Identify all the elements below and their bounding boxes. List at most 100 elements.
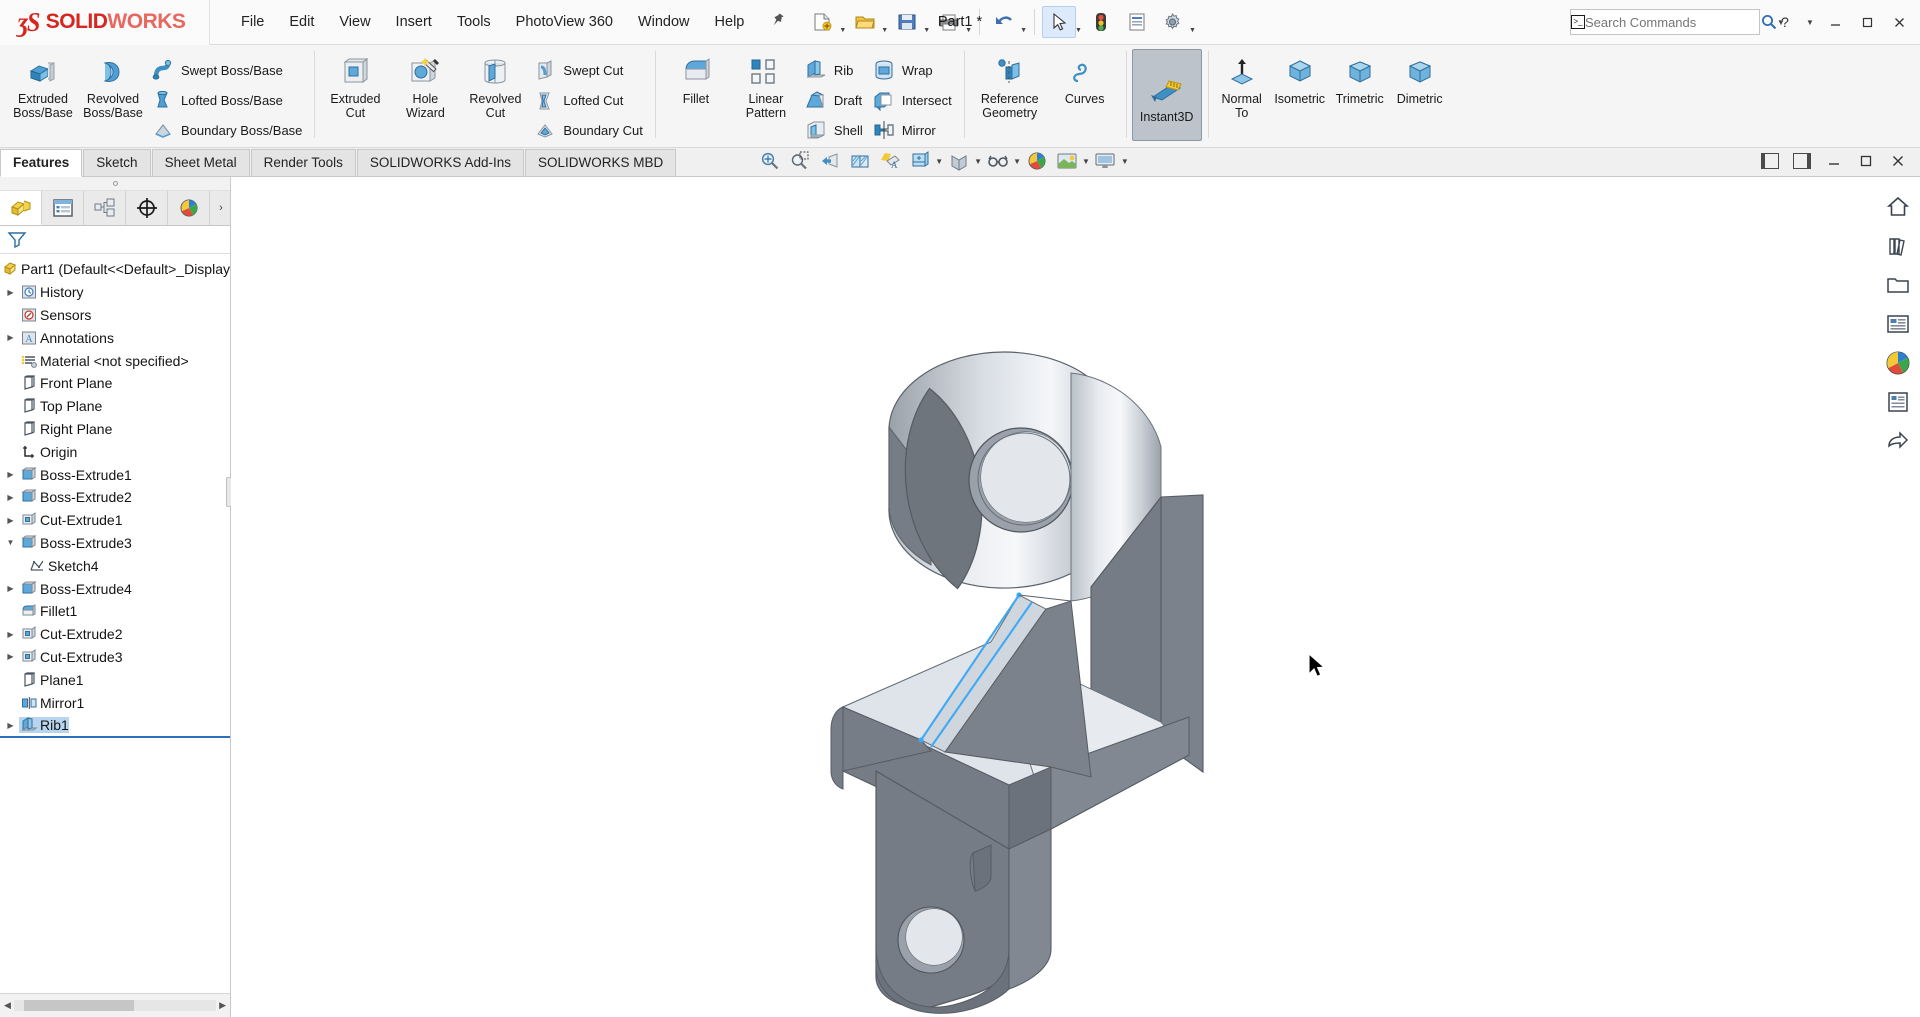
intersect-button[interactable]: Intersect <box>869 86 958 114</box>
tree-item-boss-extrude1[interactable]: ▶ Boss-Extrude1 <box>0 463 230 486</box>
zoom-to-area-button[interactable] <box>785 148 814 174</box>
tab-features[interactable]: Features <box>0 149 82 177</box>
tree-arrow-closed-icon[interactable]: ▶ <box>2 630 19 639</box>
lofted-boss-base-button[interactable]: Lofted Boss/Base <box>148 86 308 114</box>
print-button[interactable] <box>932 6 966 38</box>
chevron-down-icon[interactable]: ▼ <box>1082 157 1090 166</box>
bracket-part-3d-model[interactable] <box>231 177 1876 1017</box>
feature-tree-horizontal-scrollbar[interactable]: ◀ ▶ <box>0 993 230 1017</box>
chevron-down-icon[interactable]: ▼ <box>881 27 888 34</box>
extruded-boss-base-button[interactable]: ExtrudedBoss/Base <box>8 49 78 120</box>
edit-appearance-button[interactable] <box>1022 148 1051 174</box>
panel-tabs-more-button[interactable]: › <box>212 191 230 225</box>
tree-arrow-closed-icon[interactable]: ▶ <box>2 652 19 661</box>
help-chevron-down-icon[interactable]: ▼ <box>1802 7 1818 37</box>
tree-item-sketch4[interactable]: Sketch4 <box>0 554 230 577</box>
configuration-manager-tab[interactable] <box>84 191 126 225</box>
menu-item-tools[interactable]: Tools <box>446 9 502 35</box>
tree-item-plane1[interactable]: Plane1 <box>0 668 230 691</box>
tree-item-top-plane[interactable]: Top Plane <box>0 395 230 418</box>
select-button[interactable] <box>1042 6 1076 38</box>
share-button[interactable] <box>1882 425 1914 457</box>
feature-manager-tab[interactable] <box>0 191 42 225</box>
scroll-track[interactable] <box>14 1000 216 1011</box>
tree-arrow-closed-icon[interactable]: ▶ <box>2 470 19 479</box>
chevron-down-icon[interactable]: ▼ <box>923 27 930 34</box>
new-document-button[interactable] <box>806 6 840 38</box>
open-document-button[interactable] <box>848 6 882 38</box>
tree-item-mirror1[interactable]: Mirror1 <box>0 691 230 714</box>
menu-item-edit[interactable]: Edit <box>278 9 325 35</box>
mirror-button[interactable]: Mirror <box>869 116 958 144</box>
tree-item-history[interactable]: ▶ History <box>0 281 230 304</box>
file-properties-button[interactable] <box>1120 6 1154 38</box>
panel-collapse-left-button[interactable] <box>1755 148 1784 174</box>
tree-item-boss-extrude2[interactable]: ▶ Boss-Extrude2 <box>0 486 230 509</box>
hole-wizard-button[interactable]: HoleWizard <box>390 49 460 120</box>
undo-button[interactable] <box>987 6 1021 38</box>
previous-view-button[interactable] <box>815 148 844 174</box>
tree-item-front-plane[interactable]: Front Plane <box>0 372 230 395</box>
revolved-boss-base-button[interactable]: RevolvedBoss/Base <box>78 49 148 120</box>
chevron-down-icon[interactable]: ▼ <box>1121 157 1129 166</box>
close-button[interactable] <box>1884 7 1914 37</box>
panel-collapse-right-button[interactable] <box>1787 148 1816 174</box>
chevron-left-icon[interactable]: ◀ <box>4 1000 11 1011</box>
isometric-view-button[interactable]: Isometric <box>1270 49 1330 106</box>
zoom-to-fit-button[interactable] <box>755 148 784 174</box>
section-view-button[interactable] <box>845 148 874 174</box>
tree-arrow-open-icon[interactable]: ▼ <box>2 538 19 547</box>
tree-arrow-closed-icon[interactable]: ▶ <box>2 288 19 297</box>
chevron-down-icon[interactable]: ▼ <box>974 157 982 166</box>
reference-geometry-button[interactable]: ReferenceGeometry <box>970 49 1050 120</box>
wrap-button[interactable]: Wrap <box>869 56 958 84</box>
view-settings-button[interactable] <box>1091 148 1120 174</box>
tree-arrow-closed-icon[interactable]: ▶ <box>2 516 19 525</box>
chevron-down-icon[interactable]: ▼ <box>935 157 943 166</box>
tree-item-origin[interactable]: Origin <box>0 440 230 463</box>
hide-show-items-button[interactable] <box>944 148 973 174</box>
display-style-button[interactable] <box>905 148 934 174</box>
save-button[interactable] <box>890 6 924 38</box>
tab-solidworks-mbd[interactable]: SOLIDWORKS MBD <box>525 149 676 176</box>
tree-arrow-closed-icon[interactable]: ▶ <box>2 493 19 502</box>
tab-solidworks-add-ins[interactable]: SOLIDWORKS Add-Ins <box>357 149 524 176</box>
help-button[interactable]: ? <box>1770 7 1800 37</box>
pushpin-icon[interactable] <box>764 9 789 35</box>
chevron-right-icon[interactable]: ▶ <box>219 1000 226 1011</box>
menu-item-window[interactable]: Window <box>627 9 701 35</box>
normal-to-button[interactable]: NormalTo <box>1214 49 1270 120</box>
fillet-button[interactable]: Fillet <box>661 49 731 106</box>
tab-sheet-metal[interactable]: Sheet Metal <box>152 149 250 176</box>
instant3d-button[interactable]: Instant3D <box>1132 49 1202 141</box>
chevron-down-icon[interactable]: ▼ <box>1075 27 1082 34</box>
boundary-boss-base-button[interactable]: Boundary Boss/Base <box>148 116 308 144</box>
trimetric-view-button[interactable]: Trimetric <box>1330 49 1390 106</box>
doc-close-button[interactable] <box>1883 148 1912 174</box>
rebuild-button[interactable] <box>1084 6 1118 38</box>
tree-item-part1[interactable]: Part1 (Default<<Default>_Display <box>0 258 230 281</box>
rib-button[interactable]: Rib <box>801 56 869 84</box>
curves-button[interactable]: Curves <box>1050 49 1120 106</box>
gear-icon[interactable] <box>1156 6 1190 38</box>
view-palette-button[interactable] <box>1882 308 1914 340</box>
scroll-thumb[interactable] <box>24 1000 134 1011</box>
extruded-cut-button[interactable]: ExtrudedCut <box>320 49 390 120</box>
search-commands-box[interactable]: >_ ▼ <box>1570 9 1760 35</box>
graphics-viewport[interactable] <box>231 177 1920 1017</box>
panel-grip[interactable] <box>0 177 230 191</box>
file-explorer-button[interactable] <box>1882 269 1914 301</box>
tree-item-boss-extrude4[interactable]: ▶ Boss-Extrude4 <box>0 577 230 600</box>
boundary-cut-button[interactable]: Boundary Cut <box>530 116 649 144</box>
dimetric-view-button[interactable]: Dimetric <box>1390 49 1450 106</box>
chevron-down-icon[interactable]: ▼ <box>1013 157 1021 166</box>
tree-item-cut-extrude1[interactable]: ▶ Cut-Extrude1 <box>0 509 230 532</box>
restore-button[interactable] <box>1852 7 1882 37</box>
tree-item-sensors[interactable]: Sensors <box>0 304 230 327</box>
hide-show-eyeglasses-button[interactable] <box>983 148 1012 174</box>
menu-item-help[interactable]: Help <box>704 9 756 35</box>
tree-item-cut-extrude3[interactable]: ▶ Cut-Extrude3 <box>0 646 230 669</box>
revolved-cut-button[interactable]: RevolvedCut <box>460 49 530 120</box>
tree-item-material[interactable]: Material <not specified> <box>0 349 230 372</box>
feature-tree-filter-bar[interactable] <box>0 226 230 254</box>
